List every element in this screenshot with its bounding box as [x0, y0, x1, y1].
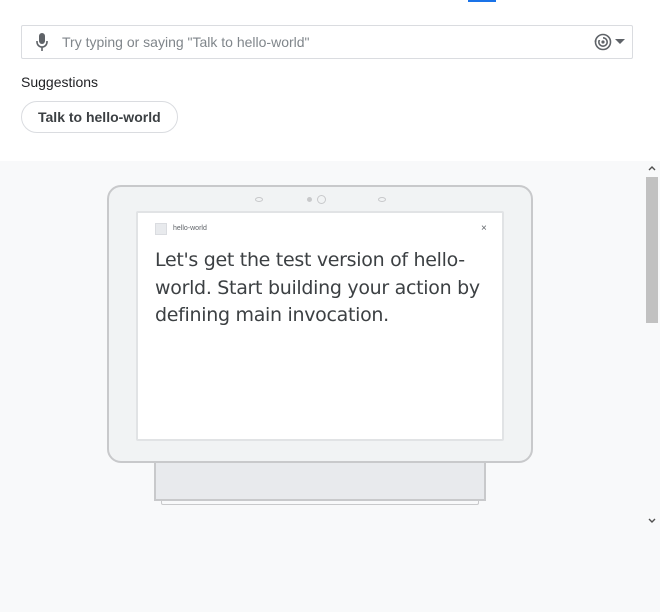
sensor-dot-center [307, 197, 312, 202]
surface-select[interactable] [586, 25, 632, 59]
smart-display-icon [593, 33, 611, 51]
scroll-up-icon[interactable] [647, 163, 657, 173]
close-icon[interactable]: × [481, 224, 487, 234]
query-input-bar [21, 25, 633, 59]
mic-button[interactable] [22, 25, 62, 59]
scroll-down-icon[interactable] [647, 516, 657, 526]
caret-down-icon [614, 39, 625, 44]
smart-display-frame: hello-world × Let's get the test version… [107, 185, 533, 463]
suggestions-heading: Suggestions [21, 74, 99, 90]
app-name: hello-world [173, 225, 207, 232]
active-tab-indicator [468, 0, 496, 2]
assistant-response-text: Let's get the test version of hello-worl… [155, 249, 480, 326]
scroll-thumb[interactable] [646, 177, 658, 323]
mic-icon [36, 33, 48, 51]
query-input[interactable] [62, 34, 586, 50]
app-icon [155, 223, 167, 235]
device-stand [154, 463, 486, 501]
suggestion-chip-talk-to-hello-world[interactable]: Talk to hello-world [21, 101, 178, 133]
sensor-dot-right [378, 197, 386, 202]
sensor-dot-left [255, 197, 263, 202]
device-stand-base [161, 500, 479, 505]
device-screen: hello-world × Let's get the test version… [136, 211, 504, 441]
camera-icon [317, 195, 326, 204]
preview-scrollbar[interactable] [644, 161, 660, 531]
